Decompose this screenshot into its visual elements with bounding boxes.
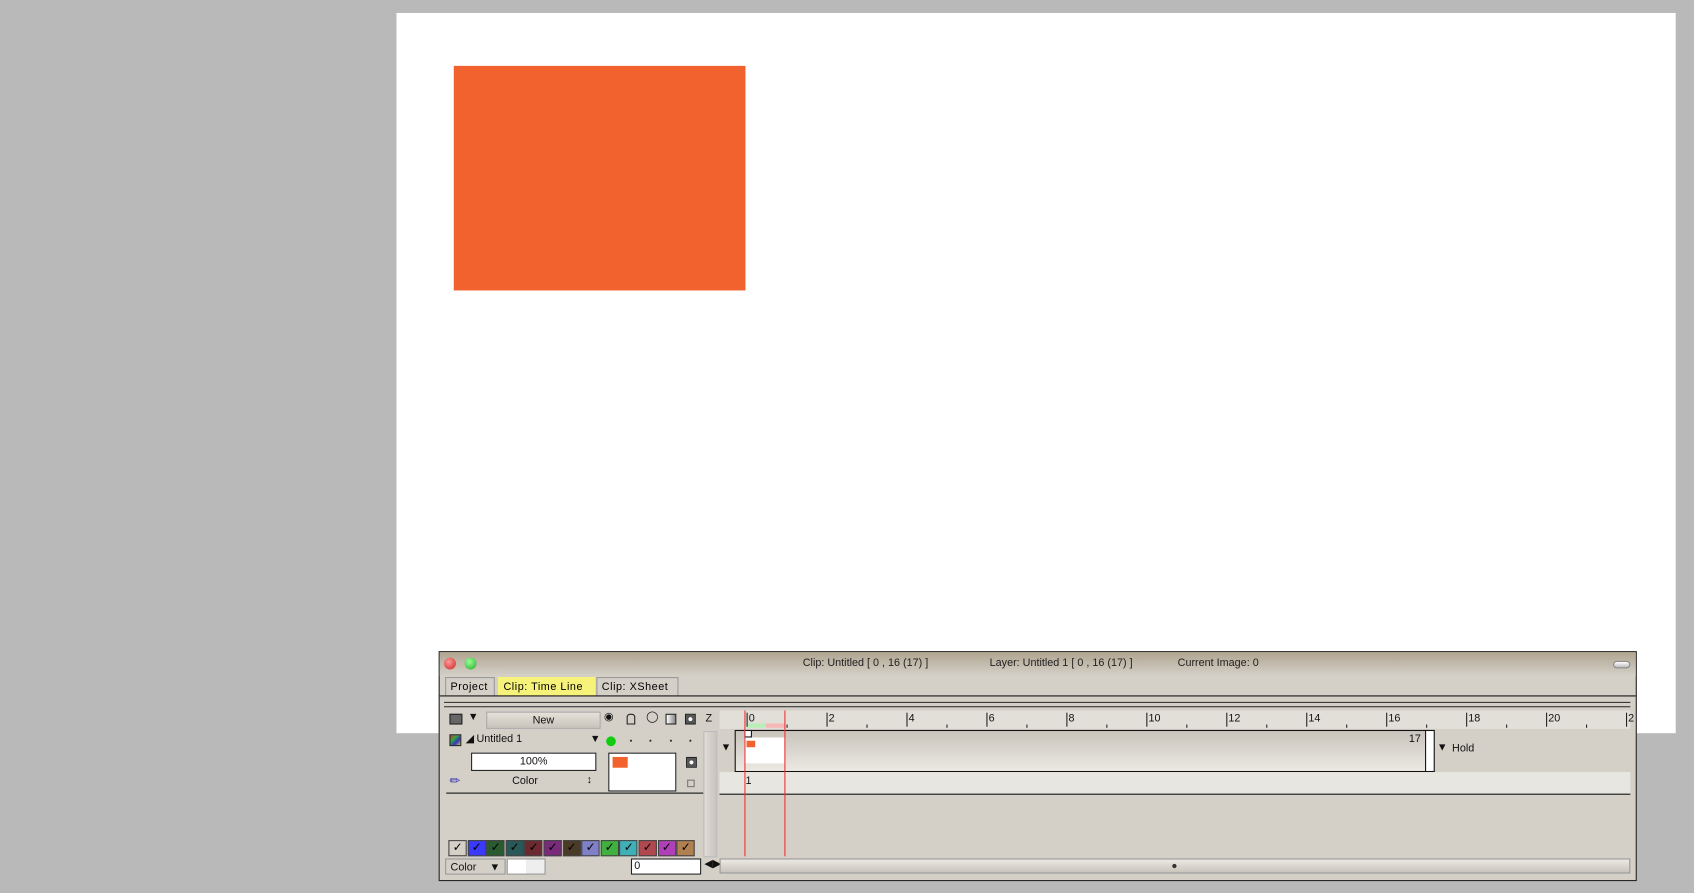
ruler-tick: [866, 724, 868, 728]
ruler-label: 2: [826, 712, 835, 727]
clip-info: Clip: Untitled [ 0 , 16 (17) ]: [802, 657, 929, 670]
ruler-tick: [1106, 724, 1108, 728]
new-layer-button[interactable]: New: [486, 711, 601, 729]
tab-clip-xsheet[interactable]: Clip: XSheet: [596, 677, 679, 696]
layer-name[interactable]: Untitled 1: [476, 733, 522, 745]
ruler-tick: [1506, 724, 1508, 728]
folder-icon[interactable]: [449, 713, 463, 725]
palette-swatch-12[interactable]: ✓: [676, 840, 695, 857]
ruler-tick: [946, 724, 948, 728]
layer-thumbnail-icon: [449, 734, 462, 747]
hold-menu-chevron-down-icon[interactable]: ▼: [1437, 742, 1448, 754]
updown-arrows-icon[interactable]: ↕: [587, 774, 592, 786]
ruler-label: 0: [746, 712, 755, 727]
palette-swatch-9[interactable]: ✓: [619, 840, 638, 857]
palette-swatch-0[interactable]: ✓: [448, 840, 467, 857]
ruler-label: 10: [1146, 712, 1160, 727]
ruler-tick: [1186, 724, 1188, 728]
current-image-info: Current Image: 0: [1177, 657, 1259, 670]
palette-swatch-1[interactable]: ✓: [467, 840, 486, 857]
clip-end-label: 17: [1408, 733, 1421, 746]
frame-row[interactable]: [719, 772, 1631, 794]
lock-icon[interactable]: [626, 713, 636, 725]
ruler-label: 8: [1066, 712, 1075, 727]
collapse-button[interactable]: [1613, 660, 1631, 669]
z-order-label: Z: [705, 712, 713, 725]
title-bar[interactable]: Clip: Untitled [ 0 , 16 (17) ] Layer: Un…: [439, 652, 1636, 676]
expand-triangle-icon[interactable]: ◢: [466, 733, 474, 745]
frame-input[interactable]: 0: [630, 858, 702, 875]
layer-preview: [608, 752, 677, 792]
camera-toggle-icon[interactable]: [686, 756, 697, 768]
palette-swatch-2[interactable]: ✓: [486, 840, 505, 857]
palette-swatch-5[interactable]: ✓: [543, 840, 562, 857]
vertical-scrollbar[interactable]: [703, 731, 718, 858]
visibility-dot-icon[interactable]: [606, 736, 616, 747]
color-swatch[interactable]: [506, 858, 546, 875]
ruler-label: 2: [1626, 712, 1634, 727]
current-frame-start-line[interactable]: [744, 710, 746, 857]
clip-bar[interactable]: [734, 729, 1435, 773]
palette-swatch-8[interactable]: ✓: [600, 840, 619, 857]
small-square-icon[interactable]: [687, 779, 695, 788]
orange-rectangle[interactable]: [453, 65, 746, 291]
layer-mask-icon[interactable]: [665, 713, 677, 725]
ruler-label: 18: [1466, 712, 1480, 727]
palette-swatch-10[interactable]: ✓: [638, 840, 657, 857]
palette-swatch-4[interactable]: ✓: [524, 840, 543, 857]
ruler-label: 20: [1546, 712, 1560, 727]
layer-info: Layer: Untitled 1 [ 0 , 16 (17) ]: [989, 657, 1133, 670]
horizontal-scrollbar[interactable]: [719, 858, 1631, 874]
palette-swatch-6[interactable]: ✓: [562, 840, 581, 857]
hold-label[interactable]: Hold: [1452, 743, 1474, 755]
collapse-triangle-icon[interactable]: ▼: [721, 742, 732, 754]
ruler-tick: [1346, 724, 1348, 728]
ruler-tick: [1266, 724, 1268, 728]
ruler-tick: [1026, 724, 1028, 728]
zoom-button[interactable]: [464, 657, 477, 670]
frame-number: 1: [745, 775, 752, 788]
opacity-input[interactable]: 100%: [471, 752, 597, 771]
palette-swatch-3[interactable]: ✓: [505, 840, 524, 857]
ruler-label: 12: [1226, 712, 1240, 727]
ruler-label: 6: [986, 712, 995, 727]
tray-icon[interactable]: ▼: [468, 712, 479, 724]
bulb-icon[interactable]: ◯: [646, 712, 658, 724]
ruler-label: 16: [1386, 712, 1400, 727]
timeline-ruler[interactable]: [719, 710, 1631, 729]
ruler-label: 4: [906, 712, 915, 727]
camera-icon[interactable]: [684, 713, 696, 725]
layer-menu-chevron-down-icon[interactable]: ▼: [590, 733, 601, 745]
ruler-tick: [1426, 724, 1428, 728]
ruler-tick: [1586, 724, 1588, 728]
palette-swatch-7[interactable]: ✓: [581, 840, 600, 857]
tab-project[interactable]: Project: [445, 677, 495, 696]
color-mode-select[interactable]: Color ▼: [445, 858, 506, 875]
blend-mode-select[interactable]: Color: [512, 775, 538, 787]
keyframe-cell[interactable]: [744, 737, 785, 764]
tab-clip-time-line[interactable]: Clip: Time Line: [498, 677, 596, 696]
ruler-label: 14: [1306, 712, 1320, 727]
palette-swatch-11[interactable]: ✓: [657, 840, 676, 857]
close-button[interactable]: [444, 657, 456, 670]
chevron-down-icon: ▼: [489, 861, 501, 874]
pencil-icon[interactable]: ✏: [449, 773, 460, 788]
current-frame-end-line[interactable]: [784, 710, 786, 857]
eye-icon[interactable]: ◉: [604, 712, 613, 724]
timeline-window: Clip: Untitled [ 0 , 16 (17) ] Layer: Un…: [438, 651, 1637, 882]
clip-end-handle[interactable]: [1425, 729, 1435, 773]
ruler-tick: [786, 724, 788, 728]
